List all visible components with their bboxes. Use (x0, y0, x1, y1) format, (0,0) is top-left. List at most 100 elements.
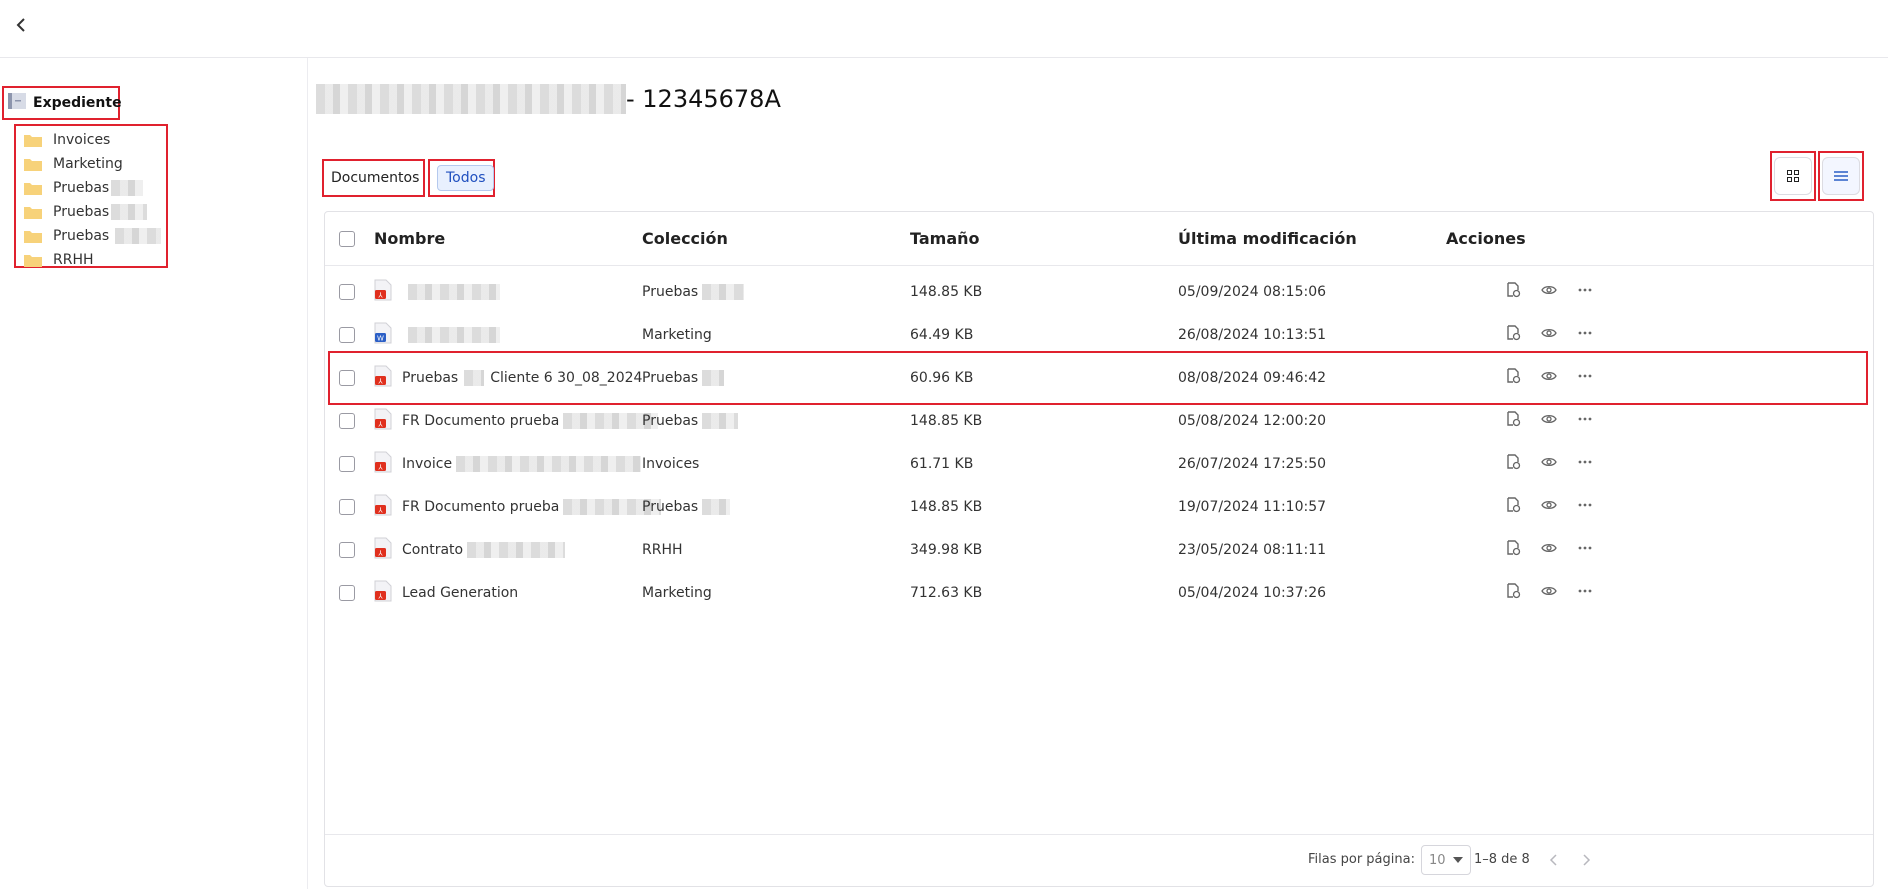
row-select-cell (339, 567, 355, 619)
main-content: - 12345678A Documentos Todos Nombre Cole… (308, 58, 1888, 889)
tree-root-expediente[interactable]: Expediente (2, 86, 122, 120)
actions-cell (1495, 567, 1603, 619)
collection-name: Marketing (642, 327, 712, 343)
eye-icon[interactable] (1531, 282, 1567, 302)
grid-view-frame (1774, 157, 1812, 195)
row-checkbox[interactable] (339, 499, 355, 515)
file-name: FR Documento prueba (402, 413, 560, 429)
list-icon (1834, 171, 1848, 181)
sync-file-icon[interactable] (1495, 454, 1531, 474)
svg-text:W: W (377, 335, 384, 343)
redacted-text (467, 542, 566, 558)
sync-file-icon[interactable] (1495, 368, 1531, 388)
row-checkbox[interactable] (339, 413, 355, 429)
filter-all-label: Todos (437, 165, 495, 191)
redacted-text (316, 84, 626, 114)
tree-item-pruebas-2[interactable]: Pruebas (16, 200, 166, 224)
file-name: Cliente 6 30_08_2024 (490, 370, 643, 386)
svg-text:⅄: ⅄ (378, 292, 383, 300)
more-options-icon[interactable] (1567, 497, 1603, 517)
rows-per-page-select[interactable]: 10 (1421, 845, 1471, 875)
row-checkbox[interactable] (339, 327, 355, 343)
pdf-file-icon: ⅄ (374, 279, 402, 305)
row-checkbox[interactable] (339, 370, 355, 386)
header-name[interactable]: Nombre (374, 212, 445, 265)
tree-item-marketing[interactable]: Marketing (16, 152, 166, 176)
more-options-icon[interactable] (1567, 540, 1603, 560)
more-options-icon[interactable] (1567, 282, 1603, 302)
word-file-icon: W (374, 322, 402, 348)
tree-item-pruebas-3[interactable]: Pruebas (16, 224, 166, 248)
filter-documents[interactable]: Documentos (322, 159, 425, 197)
collection-name: Invoices (642, 456, 700, 472)
folder-icon (24, 207, 42, 219)
more-options-icon[interactable] (1567, 325, 1603, 345)
filter-all[interactable]: Todos (428, 159, 495, 197)
size-cell: 712.63 KB (910, 585, 983, 601)
sync-file-icon[interactable] (1495, 497, 1531, 517)
more-options-icon[interactable] (1567, 411, 1603, 431)
redacted-text (111, 180, 144, 196)
list-view-button[interactable] (1818, 151, 1864, 201)
sync-file-icon[interactable] (1495, 583, 1531, 603)
back-button[interactable] (12, 16, 30, 34)
list-view-frame (1822, 157, 1860, 195)
row-checkbox[interactable] (339, 284, 355, 300)
eye-icon[interactable] (1531, 368, 1567, 388)
collection-name: Pruebas (642, 499, 699, 515)
tree-item-label: Pruebas (53, 228, 110, 244)
rows-per-page-label: Filas por página: (1308, 852, 1415, 867)
collection-name: Marketing (642, 585, 712, 601)
header-collection[interactable]: Colección (642, 212, 728, 265)
row-checkbox[interactable] (339, 585, 355, 601)
eye-icon[interactable] (1531, 454, 1567, 474)
row-checkbox[interactable] (339, 456, 355, 472)
more-options-icon[interactable] (1567, 583, 1603, 603)
tree-item-label: Invoices (53, 132, 111, 148)
svg-text:⅄: ⅄ (378, 464, 383, 472)
tree-item-rrhh[interactable]: RRHH (16, 248, 166, 272)
previous-page-button[interactable] (1545, 851, 1563, 869)
file-name-cell[interactable]: ⅄ Lead Generation (374, 567, 518, 619)
folder-icon (24, 183, 42, 195)
tree-item-label: RRHH (53, 252, 94, 268)
folder-icon (24, 255, 42, 267)
tree-item-invoices[interactable]: Invoices (16, 128, 166, 152)
eye-icon[interactable] (1531, 583, 1567, 603)
eye-icon[interactable] (1531, 497, 1567, 517)
file-name: Lead Generation (402, 585, 519, 601)
sync-file-icon[interactable] (1495, 411, 1531, 431)
redacted-text (702, 284, 745, 300)
eye-icon[interactable] (1531, 540, 1567, 560)
page-title-id: - 12345678A (626, 85, 781, 113)
sync-file-icon[interactable] (1495, 540, 1531, 560)
svg-text:⅄: ⅄ (378, 421, 383, 429)
tree-item-label: Pruebas (53, 204, 110, 220)
tree-item-pruebas-1[interactable]: Pruebas (16, 176, 166, 200)
pdf-file-icon: ⅄ (374, 580, 402, 606)
table-row[interactable]: ⅄ Lead Generation Marketing 712.63 KB 05/04/… (325, 567, 1873, 619)
redacted-text (702, 370, 725, 386)
folder-icon (24, 135, 42, 147)
redacted-text (702, 499, 731, 515)
redacted-text (111, 204, 148, 220)
documents-table: Nombre Colección Tamaño Última modificac… (324, 211, 1874, 887)
next-page-button[interactable] (1577, 851, 1595, 869)
more-options-icon[interactable] (1567, 454, 1603, 474)
row-checkbox[interactable] (339, 542, 355, 558)
header-size[interactable]: Tamaño (910, 212, 980, 265)
tree-item-label: Pruebas (53, 180, 110, 196)
redacted-text (408, 284, 500, 300)
redacted-text (702, 413, 739, 429)
header-modified[interactable]: Última modificación (1178, 212, 1357, 265)
collection-name: Pruebas (642, 284, 699, 300)
eye-icon[interactable] (1531, 325, 1567, 345)
select-all-checkbox[interactable] (339, 230, 355, 247)
grid-view-button[interactable] (1770, 151, 1816, 201)
folder-icon (24, 159, 42, 171)
sync-file-icon[interactable] (1495, 282, 1531, 302)
more-options-icon[interactable] (1567, 368, 1603, 388)
table-footer: Filas por página: 10 1–8 de 8 (325, 834, 1873, 886)
sync-file-icon[interactable] (1495, 325, 1531, 345)
eye-icon[interactable] (1531, 411, 1567, 431)
